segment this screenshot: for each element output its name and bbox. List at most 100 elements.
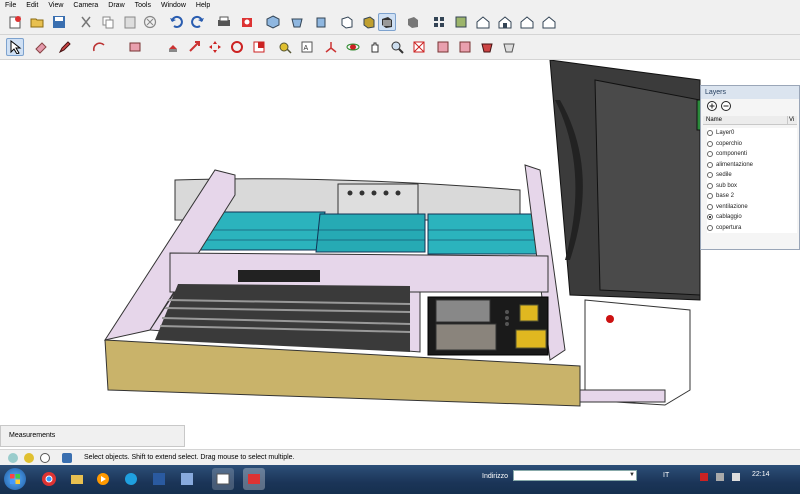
layer-item[interactable]: componenti <box>707 149 797 160</box>
layers-header: Name Vi <box>703 116 797 125</box>
measurements-label: Measurements <box>9 432 56 439</box>
push-pull-icon[interactable] <box>164 38 182 56</box>
share-icon[interactable] <box>496 13 514 31</box>
layer-item[interactable]: base 2 <box>707 191 797 202</box>
warehouse-icon[interactable] <box>430 13 448 31</box>
layer-item[interactable]: copertura <box>707 223 797 234</box>
layer-radio[interactable] <box>707 140 713 147</box>
network-icon[interactable] <box>716 473 724 481</box>
credits-icon[interactable] <box>24 453 34 463</box>
redo-icon[interactable] <box>189 13 207 31</box>
xray-style-icon[interactable] <box>404 13 422 31</box>
orbit-icon[interactable] <box>344 38 362 56</box>
model-viewport[interactable]: Layers Name Vi Layer0 coperchio componen… <box>0 60 800 425</box>
zoom-extents-icon[interactable] <box>410 38 428 56</box>
layer-radio[interactable] <box>707 182 713 189</box>
house2-icon[interactable] <box>518 13 536 31</box>
start-button-icon[interactable] <box>4 468 26 490</box>
select-icon[interactable] <box>6 38 24 56</box>
rectangle-icon[interactable] <box>126 38 144 56</box>
component-icon[interactable] <box>452 13 470 31</box>
flag-icon[interactable] <box>700 473 708 481</box>
axes-icon[interactable] <box>322 38 340 56</box>
top-view-icon[interactable] <box>288 13 306 31</box>
layer-item[interactable]: sedile <box>707 170 797 181</box>
geo-location-icon[interactable] <box>8 453 18 463</box>
layer-item[interactable]: coperchio <box>707 139 797 150</box>
volume-icon[interactable] <box>732 473 740 481</box>
menu-help[interactable]: Help <box>191 2 215 9</box>
open-folder-icon[interactable] <box>28 13 46 31</box>
look-around-icon[interactable] <box>478 38 496 56</box>
layer-item[interactable]: ventilazione <box>707 202 797 213</box>
layer-radio[interactable] <box>707 172 713 179</box>
chevron-down-icon[interactable]: ▼ <box>629 472 635 479</box>
paste-icon[interactable] <box>121 13 139 31</box>
shaded-style-icon[interactable] <box>378 13 396 31</box>
sketchup-taskbar-icon[interactable] <box>243 468 265 490</box>
undo-icon[interactable] <box>167 13 185 31</box>
section-plane-icon[interactable] <box>434 38 452 56</box>
layer-radio[interactable] <box>707 224 713 231</box>
paint-icon[interactable] <box>176 468 198 490</box>
erase-icon[interactable] <box>141 13 159 31</box>
delete-layer-icon[interactable] <box>721 101 731 113</box>
follow-me-icon[interactable] <box>186 38 204 56</box>
position-camera-icon[interactable] <box>500 38 518 56</box>
text-icon[interactable]: A <box>298 38 316 56</box>
menu-edit[interactable]: Edit <box>21 2 43 9</box>
pencil-icon[interactable] <box>56 38 74 56</box>
iso-view-icon[interactable] <box>264 13 282 31</box>
user-icon[interactable] <box>40 453 50 463</box>
layer-item[interactable]: Layer0 <box>707 128 797 139</box>
layer-radio[interactable] <box>707 151 713 158</box>
explorer-icon[interactable] <box>66 468 88 490</box>
extension-icon[interactable] <box>540 13 558 31</box>
layer-item[interactable]: alimentazione <box>707 160 797 171</box>
new-file-icon[interactable] <box>6 13 24 31</box>
media-player-icon[interactable] <box>92 468 114 490</box>
rotate-icon[interactable] <box>228 38 246 56</box>
language-indicator[interactable]: IT <box>663 472 669 479</box>
back-view-icon[interactable] <box>360 13 378 31</box>
right-view-icon[interactable] <box>338 13 356 31</box>
layer-item[interactable]: sub box <box>707 181 797 192</box>
add-layer-icon[interactable] <box>707 101 717 113</box>
menu-file[interactable]: File <box>0 2 21 9</box>
print-icon[interactable] <box>215 13 233 31</box>
layer-name: ventilazione <box>716 203 748 210</box>
save-icon[interactable] <box>50 13 68 31</box>
clock[interactable]: 22:14 <box>752 471 770 478</box>
help-icon[interactable] <box>62 453 72 463</box>
cut-icon[interactable] <box>77 13 95 31</box>
house-icon[interactable] <box>474 13 492 31</box>
scale-icon[interactable] <box>250 38 268 56</box>
chrome-icon[interactable] <box>38 468 60 490</box>
eraser-icon[interactable] <box>32 38 50 56</box>
layer-radio[interactable] <box>707 161 713 168</box>
menu-view[interactable]: View <box>43 2 68 9</box>
window-icon[interactable] <box>212 468 234 490</box>
arc-icon[interactable] <box>90 38 108 56</box>
walk-icon[interactable] <box>456 38 474 56</box>
move-icon[interactable] <box>206 38 224 56</box>
pan-icon[interactable] <box>366 38 384 56</box>
word-icon[interactable] <box>148 468 170 490</box>
tape-measure-icon[interactable] <box>276 38 294 56</box>
layer-item-active[interactable]: cablaggio <box>707 212 797 223</box>
layer-radio[interactable] <box>707 130 713 137</box>
menu-tools[interactable]: Tools <box>130 2 156 9</box>
layer-radio[interactable] <box>707 193 713 200</box>
zoom-icon[interactable] <box>388 38 406 56</box>
layer-radio-selected[interactable] <box>707 214 713 221</box>
model-info-icon[interactable] <box>238 13 256 31</box>
copy-icon[interactable] <box>99 13 117 31</box>
menu-window[interactable]: Window <box>156 2 191 9</box>
menu-camera[interactable]: Camera <box>68 2 103 9</box>
measurements-box[interactable]: Measurements <box>0 425 185 447</box>
skype-icon[interactable] <box>120 468 142 490</box>
layer-radio[interactable] <box>707 203 713 210</box>
address-input[interactable]: ▼ <box>513 470 637 481</box>
front-view-icon[interactable] <box>312 13 330 31</box>
menu-draw[interactable]: Draw <box>103 2 129 9</box>
